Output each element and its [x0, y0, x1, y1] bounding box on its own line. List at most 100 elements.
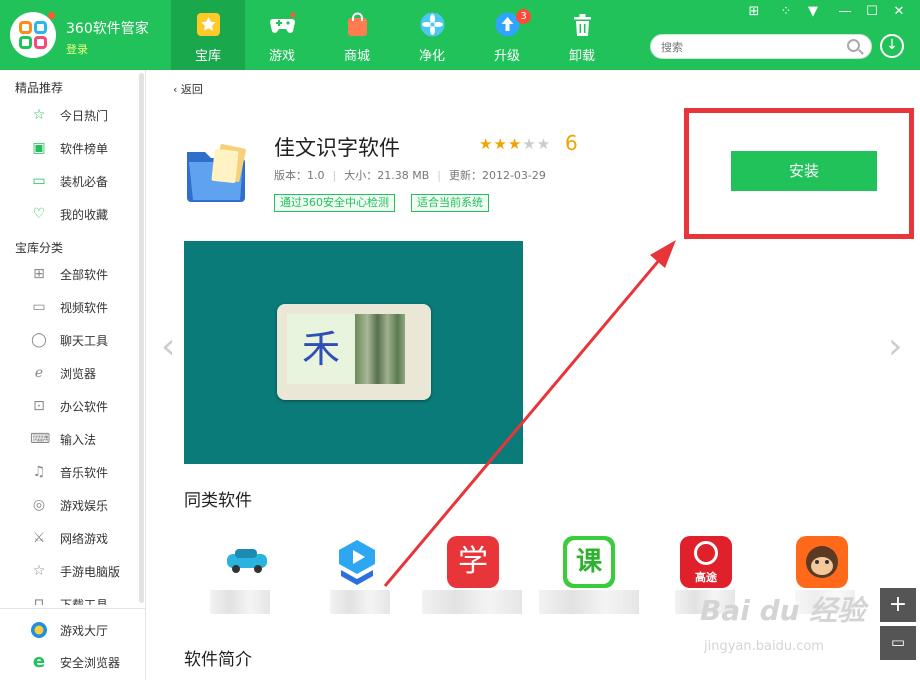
rating-score: 6	[565, 131, 578, 155]
car-icon[interactable]	[221, 536, 273, 588]
app-meta: 版本：1.0 | 大小：21.38 MB | 更新：2012-03-29	[274, 169, 546, 182]
play-circle-icon	[694, 541, 718, 565]
sidebar-item-label: 音乐软件	[60, 466, 109, 480]
close-icon[interactable]: ✕	[890, 4, 908, 20]
chevron-left-icon: ‹	[173, 83, 181, 96]
sidebar-section-categories: 宝库分类	[15, 241, 64, 255]
graduation-cap-play-icon[interactable]	[331, 536, 383, 588]
sidebar-item-ranking[interactable]: ▣ 软件榜单	[30, 135, 140, 161]
sidebar-item-label: 办公软件	[60, 400, 109, 414]
tab-baoku[interactable]: 宝库	[171, 0, 245, 70]
search-icon[interactable]	[847, 39, 860, 52]
star-outline-icon: ☆	[32, 563, 46, 579]
prev-screenshot-icon[interactable]: ‹	[161, 326, 175, 367]
ranking-icon: ▣	[32, 140, 46, 156]
search-input[interactable]	[661, 38, 841, 56]
sidebar-item-download[interactable]: ⊓ 下载工具	[30, 591, 140, 605]
tab-store[interactable]: 商城	[320, 0, 394, 70]
back-link[interactable]: ‹ 返回	[173, 81, 203, 97]
tab-games[interactable]: 游戏	[245, 0, 319, 70]
screenshot-card: 禾	[277, 304, 431, 400]
sidebar-item-online-games[interactable]: ⚔ 网络游戏	[30, 525, 140, 551]
sidebar-item-label: 全部软件	[60, 268, 109, 282]
sidebar-item-video[interactable]: ▭ 视频软件	[30, 294, 140, 320]
sidebar-item-label: 安全浏览器	[60, 656, 121, 670]
monitor-icon: ▭	[32, 173, 46, 189]
menu-icon[interactable]: ▼	[804, 4, 822, 20]
download-manager-icon[interactable]: ↓	[880, 34, 904, 58]
settings-icon[interactable]: ⁘	[777, 4, 795, 20]
intro-heading: 软件简介	[184, 650, 252, 670]
sidebar-item-favorites[interactable]: ♡ 我的收藏	[30, 201, 140, 227]
gamepad-icon: ◎	[32, 497, 46, 513]
upgrade-count-badge: 3	[516, 9, 531, 24]
monkey-icon[interactable]	[796, 536, 848, 588]
sidebar-bottom: 游戏大厅 e 安全浏览器	[0, 608, 145, 680]
ke-icon[interactable]: 课	[563, 536, 615, 588]
app-logo-icon[interactable]	[10, 12, 56, 58]
browser-icon: ℯ	[34, 365, 44, 381]
skin-icon[interactable]: ⊞	[745, 4, 763, 20]
related-app-name-blurred	[210, 590, 270, 614]
tab-label: 商城	[343, 49, 370, 64]
briefcase-icon: ⊡	[33, 398, 45, 414]
watermark: Bai du 经验	[700, 594, 866, 627]
sidebar-item-today-hot[interactable]: ☆ 今日热门	[30, 102, 140, 128]
sidebar-item-label: 浏览器	[60, 367, 97, 381]
updated-text: 更新：2012-03-29	[448, 169, 546, 182]
app-title: 佳文识字软件	[274, 136, 400, 160]
sidebar-item-game-hall[interactable]: 游戏大厅	[30, 617, 140, 643]
sidebar-item-label: 今日热门	[60, 109, 109, 123]
maximize-icon[interactable]: ☐	[863, 4, 881, 20]
sidebar-item-chat[interactable]: ◯ 聊天工具	[30, 327, 140, 353]
sword-icon: ⚔	[32, 530, 46, 546]
sidebar-item-entertainment[interactable]: ◎ 游戏娱乐	[30, 492, 140, 518]
sidebar-item-mobile-games[interactable]: ☆ 手游电脑版	[30, 558, 140, 584]
tab-uninstall[interactable]: 卸载	[545, 0, 619, 70]
sidebar-item-label: 我的收藏	[60, 208, 109, 222]
app-screenshot[interactable]: 禾	[184, 241, 523, 464]
related-app-name-blurred	[330, 590, 390, 614]
download-icon: ⊓	[33, 596, 45, 605]
fan-icon	[420, 12, 445, 37]
sidebar-item-label: 装机必备	[60, 175, 109, 189]
sidebar-item-label: 手游电脑版	[60, 565, 121, 579]
app-name: 360软件管家	[66, 21, 149, 37]
sidebar-item-music[interactable]: ♫ 音乐软件	[30, 459, 140, 485]
next-screenshot-icon[interactable]: ›	[888, 326, 902, 367]
tab-clean[interactable]: 净化	[395, 0, 469, 70]
related-heading: 同类软件	[184, 491, 252, 511]
shopping-bag-icon	[348, 12, 367, 36]
sidebar-scrollbar[interactable]	[139, 73, 144, 603]
sidebar-item-label: 游戏娱乐	[60, 499, 109, 513]
sidebar-item-browser[interactable]: ℯ 浏览器	[30, 360, 140, 386]
sidebar-item-all[interactable]: ⊞ 全部软件	[30, 261, 140, 287]
tab-label: 宝库	[194, 49, 221, 64]
minimize-icon[interactable]: —	[836, 4, 854, 20]
chat-icon: ◯	[31, 332, 47, 348]
size-text: 大小：21.38 MB	[344, 169, 430, 182]
ke-icon-label: 课	[567, 540, 611, 584]
tab-label: 升级	[493, 49, 520, 64]
sidebar-section-featured: 精品推荐	[15, 81, 64, 95]
gamepad-icon	[270, 12, 295, 33]
security-check-tag: 通过360安全中心检测	[274, 194, 395, 212]
rating-stars: ★★★★★	[479, 135, 552, 153]
trash-icon	[574, 14, 591, 36]
sidebar-item-office[interactable]: ⊡ 办公软件	[30, 393, 140, 419]
plus-icon[interactable]: +	[880, 588, 916, 622]
install-button[interactable]: 安装	[731, 151, 877, 191]
sidebar-item-label: 网络游戏	[60, 532, 109, 546]
tab-upgrade[interactable]: 3 升级	[470, 0, 544, 70]
related-app-name-blurred	[539, 590, 639, 614]
sidebar-item-label: 游戏大厅	[60, 624, 109, 638]
sidebar-item-secure-browser[interactable]: e 安全浏览器	[30, 649, 140, 675]
feedback-icon[interactable]: ▭	[880, 626, 916, 660]
gaotu-icon[interactable]: 高途	[680, 536, 732, 588]
sidebar-item-label: 输入法	[60, 433, 97, 447]
login-link[interactable]: 登录	[66, 41, 88, 57]
sidebar-item-essentials[interactable]: ▭ 装机必备	[30, 168, 140, 194]
sidebar-item-input-method[interactable]: ⌨ 输入法	[30, 426, 140, 452]
search-box	[650, 34, 872, 59]
xue-icon[interactable]: 学	[447, 536, 499, 588]
